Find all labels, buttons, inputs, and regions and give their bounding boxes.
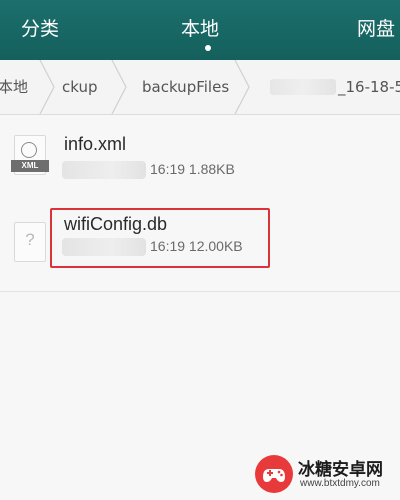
file-name: info.xml [64,134,127,154]
redacted-folder-name [270,79,336,95]
xml-file-icon: XML [11,135,49,175]
active-tab-indicator [205,45,211,51]
breadcrumb-separator-icon [111,60,127,114]
watermark: 冰糖安卓网 www.btxtdmy.com [254,454,394,494]
file-meta: 16:19 1.88KB [150,161,235,177]
redacted-date [62,161,146,179]
tab-category[interactable]: 分类 [18,14,62,44]
game-controller-logo-icon [255,455,293,493]
breadcrumb-item-current[interactable]: _16-18-54 [338,60,400,114]
breadcrumb-separator-icon [234,60,250,114]
top-tab-bar: 分类 本地 网盘 [0,0,400,60]
breadcrumb: 本地 ckup backupFiles _16-18-54 [0,60,400,115]
globe-icon [21,142,37,158]
highlight-annotation [50,208,270,268]
tab-cloud-drive[interactable]: 网盘 [357,14,400,44]
watermark-title: 冰糖安卓网 [298,460,383,480]
xml-file-tag: XML [11,160,49,172]
file-list-item[interactable]: XML info.xml 16:19 1.88KB [0,115,400,208]
watermark-url: www.btxtdmy.com [300,478,380,489]
breadcrumb-item-backupfiles[interactable]: backupFiles [142,60,229,114]
breadcrumb-item-local[interactable]: 本地 [0,60,28,114]
tab-local[interactable]: 本地 [178,14,222,44]
breadcrumb-separator-icon [39,60,55,114]
question-mark-icon: ? [25,230,35,249]
unknown-file-icon: ? [14,222,46,262]
breadcrumb-item-backup[interactable]: ckup [62,60,98,114]
